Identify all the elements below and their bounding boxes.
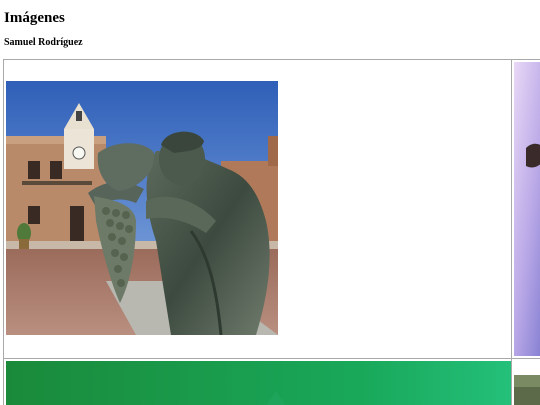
photo-thumbnail-green[interactable] [6,361,513,405]
statue-photo[interactable] [6,81,278,335]
gallery-cell-4 [511,358,540,405]
gallery-cell-3 [3,358,514,405]
gallery-cell-1 [3,59,514,359]
photo-thumbnail-dark[interactable] [514,375,540,405]
author-name: Samuel Rodríguez [4,37,83,48]
page: Imágenes Samuel Rodríguez [0,0,540,405]
photo-thumbnail-purple[interactable] [514,62,540,356]
page-title: Imágenes [4,10,65,26]
gallery-cell-2 [511,59,540,359]
